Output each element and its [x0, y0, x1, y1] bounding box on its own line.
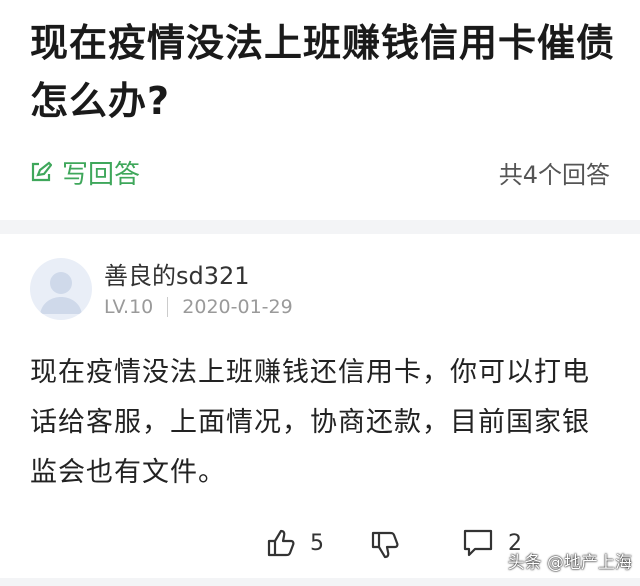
edit-icon	[31, 161, 52, 182]
comment-icon	[463, 529, 493, 557]
thumbs-down-icon	[371, 531, 399, 559]
like-button[interactable]: 5	[266, 528, 324, 558]
avatar[interactable]	[30, 258, 92, 320]
username[interactable]: 善良的sd321	[104, 256, 250, 291]
question-title: 现在疫情没法上班赚钱信用卡催债怎么办?	[30, 21, 616, 123]
meta-separator	[167, 297, 169, 317]
write-answer-label: 写回答	[62, 159, 141, 190]
question-bar: 写回答 共4个回答	[30, 152, 610, 192]
like-count: 5	[310, 530, 324, 556]
answer-date: 2020-01-29	[182, 296, 293, 318]
answer-meta: LV.10 2020-01-29	[104, 296, 293, 318]
answer-content: 现在疫情没法上班赚钱还信用卡，你可以打电话给客服，上面情况，协商还款，目前国家银…	[30, 357, 590, 488]
watermark: 头条 @地产上海	[507, 553, 632, 573]
user-icon	[40, 272, 82, 314]
answer-count: 共4个回答	[498, 160, 610, 189]
section-divider	[0, 220, 640, 234]
bottom-divider	[0, 578, 640, 586]
write-answer-button[interactable]: 写回答	[30, 154, 140, 191]
dislike-button[interactable]	[370, 530, 400, 560]
user-level: LV.10	[104, 296, 154, 318]
thumbs-up-icon	[267, 529, 295, 557]
